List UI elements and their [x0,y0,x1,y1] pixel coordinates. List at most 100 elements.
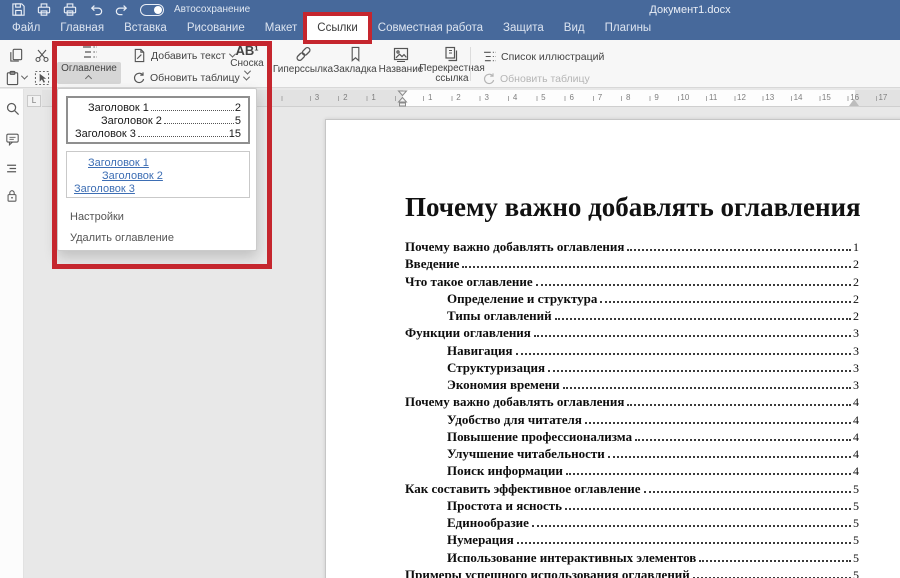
document-toc-field[interactable]: Почему важно добавлять оглавления 1 Введ… [405,239,859,578]
tab-stop-selector[interactable]: L [27,95,41,107]
toc-entry-text: Улучшение читабельности [447,446,605,462]
tab-insert[interactable]: Вставка [114,16,177,40]
toc-entry-row[interactable]: Удобство для читателя 4 [405,412,859,429]
toc-entry-row[interactable]: Определение и структура 2 [405,291,859,308]
toc-entry-row[interactable]: Навигация 3 [405,343,859,360]
toc-entry-row[interactable]: Типы оглавлений 2 [405,308,859,325]
hyperlink-button[interactable]: Гиперссылка [276,45,330,75]
toc-dropdown-menu: Заголовок 1 2 Заголовок 2 5 Заголовок 3 … [57,88,257,251]
toc-settings-menu-item[interactable]: Настройки [70,211,124,223]
table-of-contents-button[interactable]: Оглавление [56,43,122,84]
toc-entry-row[interactable]: Экономия времени 3 [405,377,859,394]
toc-entry-text: Примеры успешного использования оглавлен… [405,567,690,578]
toc-entry-row[interactable]: Повышение профессионализма 4 [405,429,859,446]
tab-home[interactable]: Главная [50,16,114,40]
cross-reference-label: Перекрестная ссылка [419,64,484,84]
toc-entry-text: Определение и структура [447,291,597,307]
toc-entry-row[interactable]: Поиск информации 4 [405,463,859,480]
toc-style-links-option[interactable]: Заголовок 1 Заголовок 2 Заголовок 3 [66,151,250,198]
toc-entry-page-number: 4 [853,447,859,462]
save-icon[interactable] [10,2,26,17]
toc-entry-row[interactable]: Что такое оглавление 2 [405,274,859,291]
tab-draw[interactable]: Рисование [177,16,255,40]
toc-entry-row[interactable]: Почему важно добавлять оглавления 4 [405,394,859,411]
dot-leader [608,456,851,458]
caption-button[interactable]: Название [378,45,424,75]
tab-file[interactable]: Файл [2,16,50,40]
toc-entry-text: Типы оглавлений [447,308,552,324]
toc-entry-text: Навигация [447,343,513,359]
bookmark-button[interactable]: Закладка [332,45,378,75]
preview-page-number: 5 [235,115,241,127]
toc-entry-row[interactable]: Функции оглавления 3 [405,325,859,342]
dot-leader [532,525,851,527]
redo-icon[interactable] [114,2,130,17]
add-text-icon [132,48,147,63]
toc-entry-text: Единообразие [447,515,529,531]
toc-entry-row[interactable]: Нумерация 5 [405,532,859,549]
caption-image-icon [392,45,410,63]
protection-lock-icon[interactable] [3,186,21,204]
document-page[interactable]: Почему важно добавлять оглавления Почему… [325,119,900,578]
dot-leader [565,508,851,510]
dot-leader [566,473,851,475]
figures-list-button[interactable]: Список иллюстраций [482,49,604,64]
toc-remove-menu-item[interactable]: Удалить оглавление [70,232,174,244]
indent-marker-icon[interactable] [397,90,408,107]
dot-leader [563,387,851,389]
toc-entry-page-number: 2 [853,292,859,307]
tab-protection[interactable]: Защита [493,16,554,40]
toc-style-classic-option[interactable]: Заголовок 1 2 Заголовок 2 5 Заголовок 3 … [66,96,250,144]
toc-entry-row[interactable]: Использование интерактивных элементов 5 [405,550,859,567]
copy-icon[interactable] [4,44,28,65]
caption-label: Название [379,64,424,75]
toc-entry-page-number: 4 [853,464,859,479]
preview-page-number: 2 [235,102,241,114]
paste-dropdown-chevron-icon[interactable] [21,73,28,80]
toc-entry-row[interactable]: Почему важно добавлять оглавления 1 [405,239,859,256]
toc-entry-row[interactable]: Введение 2 [405,256,859,273]
undo-icon[interactable] [88,2,104,17]
toc-style-preview-row: Заголовок 2 5 [75,115,241,128]
toc-entry-row[interactable]: Как составить эффективное оглавление 5 [405,481,859,498]
tab-collaboration[interactable]: Совместная работа [368,16,493,40]
toc-entry-row[interactable]: Единообразие 5 [405,515,859,532]
toc-entry-row[interactable]: Примеры успешного использования оглавлен… [405,567,859,578]
toc-entry-page-number: 2 [853,257,859,272]
paste-icon[interactable] [4,67,28,88]
dot-leader [138,136,228,137]
toc-entry-text: Структуризация [447,360,545,376]
cut-icon[interactable] [30,44,54,65]
right-indent-marker-icon[interactable] [849,99,859,106]
autosave-toggle[interactable] [140,4,164,16]
toc-entry-text: Поиск информации [447,463,563,479]
add-text-button[interactable]: Добавить текст [132,48,235,63]
document-heading[interactable]: Почему важно добавлять оглавления [405,192,885,223]
dot-leader [635,439,851,441]
navigation-headings-icon[interactable] [3,159,21,177]
search-icon[interactable] [3,99,21,117]
toc-entry-page-number: 5 [853,551,859,566]
toc-entry-row[interactable]: Улучшение читабельности 4 [405,446,859,463]
toc-entry-text: Введение [405,256,459,272]
select-icon[interactable] [30,67,54,88]
quick-access-toolbar: Автосохранение [10,2,250,17]
figures-list-label: Список иллюстраций [501,51,604,63]
cross-reference-button[interactable]: Перекрестная ссылка [422,45,482,84]
footnote-button[interactable]: AB¹ Сноска [226,44,268,75]
quick-print-icon[interactable] [62,2,78,17]
print-icon[interactable] [36,2,52,17]
toc-entry-page-number: 5 [853,482,859,497]
toc-entry-page-number: 5 [853,499,859,514]
tab-plugins[interactable]: Плагины [595,16,662,40]
comments-icon[interactable] [3,130,21,148]
dot-leader [151,110,234,111]
tab-layout[interactable]: Макет [255,16,308,40]
refresh-figures-table-button-disabled: Обновить таблицу [482,72,590,86]
refresh-icon [132,71,146,85]
toc-entry-row[interactable]: Простота и ясность 5 [405,498,859,515]
tab-view[interactable]: Вид [554,16,595,40]
tab-references[interactable]: Ссылки [307,16,368,40]
toc-entry-row[interactable]: Структуризация 3 [405,360,859,377]
preview-heading-label: Заголовок 1 [88,102,149,114]
